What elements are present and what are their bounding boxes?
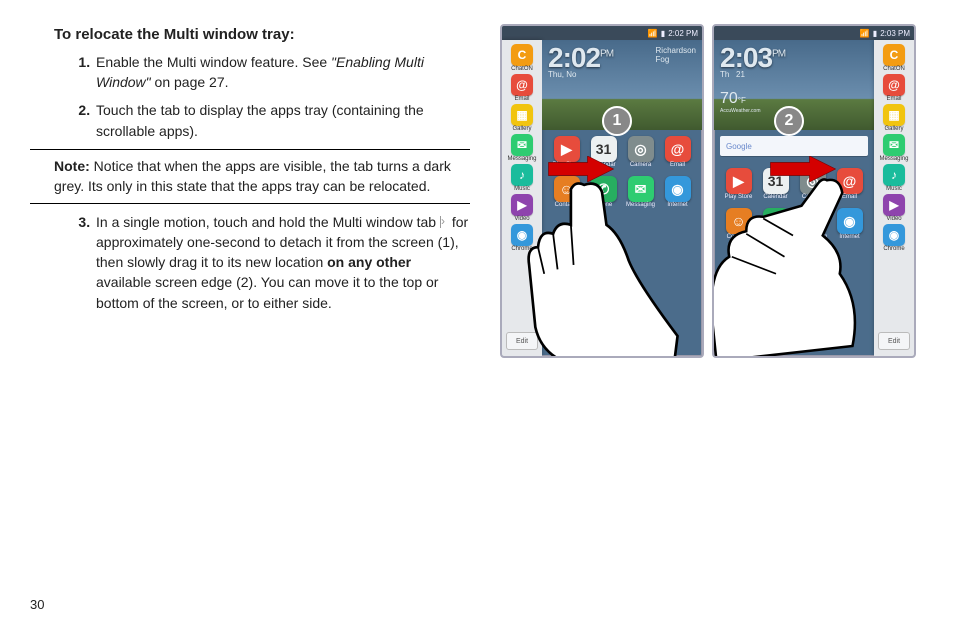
home-app-contacts[interactable]: ☺Contacts <box>550 176 583 208</box>
weather-attribution: AccuWeather.com <box>720 108 760 114</box>
clock-time: 2:02 <box>548 42 600 73</box>
step-1-text-b: on page 27. <box>151 74 229 90</box>
status-time: 2:03 PM <box>880 29 910 38</box>
step-3-bold: on any other <box>327 254 411 270</box>
search-placeholder: Google <box>726 142 752 151</box>
status-bar: 📶 ▮ 2:03 PM <box>714 26 914 40</box>
step-3-text-a: In a single motion, touch and hold the M… <box>96 214 440 230</box>
callout-1: 1 <box>602 106 632 136</box>
tray-item-chaton[interactable]: CChatON <box>511 44 533 72</box>
phone-screenshot-2: 📶 ▮ 2:03 PM 2:03PM Th 21 70°F AccuWeathe… <box>712 24 916 358</box>
clock-date: Thu, No <box>548 70 696 79</box>
tray-item-messaging[interactable]: ✉Messaging <box>507 134 536 162</box>
tray-item-music[interactable]: ♪Music <box>883 164 905 192</box>
callout-2: 2 <box>774 106 804 136</box>
clock-date: Th <box>720 70 729 79</box>
tray-item-chaton[interactable]: CChatON <box>883 44 905 72</box>
step-2: Touch the tab to display the apps tray (… <box>94 100 470 141</box>
home-apps-grid: ▶Play Store31Calendar◎Camera@Email ☺Conta… <box>714 162 874 240</box>
home-app-internet[interactable]: ◉Internet <box>661 176 694 208</box>
tray-item-email[interactable]: @Email <box>883 74 905 102</box>
note-block: Note: Notice that when the apps are visi… <box>30 149 470 204</box>
home-app-contacts[interactable]: ☺Contacts <box>722 208 755 240</box>
note-body: Notice that when the apps are visible, t… <box>54 158 451 194</box>
clock-ampm: PM <box>772 49 785 60</box>
signal-icon: 📶 <box>860 29 870 38</box>
clock-ampm: PM <box>600 49 613 60</box>
step-1: Enable the Multi window feature. See "En… <box>94 52 470 93</box>
tray-edit-button[interactable]: Edit <box>878 332 910 350</box>
home-app-phone[interactable]: ✆Phone <box>587 176 620 208</box>
weather-condition: Fog <box>656 55 696 64</box>
status-bar: 📶 ▮ 2:02 PM <box>502 26 702 40</box>
tray-item-gallery[interactable]: ▦Gallery <box>511 104 533 132</box>
illustration-column: 📶 ▮ 2:02 PM CChatON@Email▦Gallery✉Messag… <box>470 24 924 612</box>
phone-screenshot-1: 📶 ▮ 2:02 PM CChatON@Email▦Gallery✉Messag… <box>500 24 704 358</box>
multi-window-tray[interactable]: CChatON@Email▦Gallery✉Messaging♪Music▶Vi… <box>874 40 914 356</box>
step-3: In a single motion, touch and hold the M… <box>94 212 470 313</box>
tray-item-gallery[interactable]: ▦Gallery <box>883 104 905 132</box>
home-app-camera[interactable]: ◎Camera <box>624 136 657 168</box>
home-app-email[interactable]: @Email <box>833 168 866 200</box>
weather-temp: 70 <box>720 90 738 107</box>
home-app-email[interactable]: @Email <box>661 136 694 168</box>
tray-item-music[interactable]: ♪Music <box>511 164 533 192</box>
step-3-text-c: available screen edge (2). You can move … <box>96 274 438 310</box>
home-apps-grid: ▶Play Store31Calendar◎Camera@Email ☺Conta… <box>542 130 702 208</box>
tray-item-video[interactable]: ▶Video <box>511 194 533 222</box>
note-label: Note: <box>54 158 90 174</box>
step-1-text-a: Enable the Multi window feature. See <box>96 54 331 70</box>
tray-item-email[interactable]: @Email <box>511 74 533 102</box>
home-app-messaging[interactable]: ✉Messaging <box>624 176 657 208</box>
weather-day: 21 <box>736 70 745 79</box>
multi-window-tray[interactable]: CChatON@Email▦Gallery✉Messaging♪Music▶Vi… <box>502 40 542 356</box>
home-app-phone[interactable]: ✆Phone <box>759 208 792 240</box>
tray-edit-button[interactable]: Edit <box>506 332 538 350</box>
home-app-camera[interactable]: ◎Camera <box>796 168 829 200</box>
section-heading: To relocate the Multi window tray: <box>30 24 470 46</box>
battery-icon: ▮ <box>661 29 665 38</box>
page-number: 30 <box>30 597 44 612</box>
status-time: 2:02 PM <box>668 29 698 38</box>
clock-time: 2:03 <box>720 42 772 73</box>
home-app-calendar[interactable]: 31Calendar <box>587 136 620 168</box>
battery-icon: ▮ <box>873 29 877 38</box>
home-app-messaging[interactable]: ✉Messaging <box>796 208 829 240</box>
tray-item-video[interactable]: ▶Video <box>883 194 905 222</box>
tray-item-chrome[interactable]: ◉Chrome <box>883 224 905 252</box>
weather-location: Richardson <box>656 46 696 55</box>
home-app-calendar[interactable]: 31Calendar <box>759 168 792 200</box>
tab-handle-icon <box>440 216 448 228</box>
home-app-internet[interactable]: ◉Internet <box>833 208 866 240</box>
weather-temp-unit: °F <box>738 96 746 105</box>
google-search-bar[interactable]: Google <box>720 136 868 156</box>
home-app-play-store[interactable]: ▶Play Store <box>550 136 583 168</box>
signal-icon: 📶 <box>648 29 658 38</box>
tray-item-chrome[interactable]: ◉Chrome <box>511 224 533 252</box>
instructions-column: To relocate the Multi window tray: Enabl… <box>30 24 470 612</box>
home-app-play-store[interactable]: ▶Play Store <box>722 168 755 200</box>
tray-item-messaging[interactable]: ✉Messaging <box>879 134 908 162</box>
